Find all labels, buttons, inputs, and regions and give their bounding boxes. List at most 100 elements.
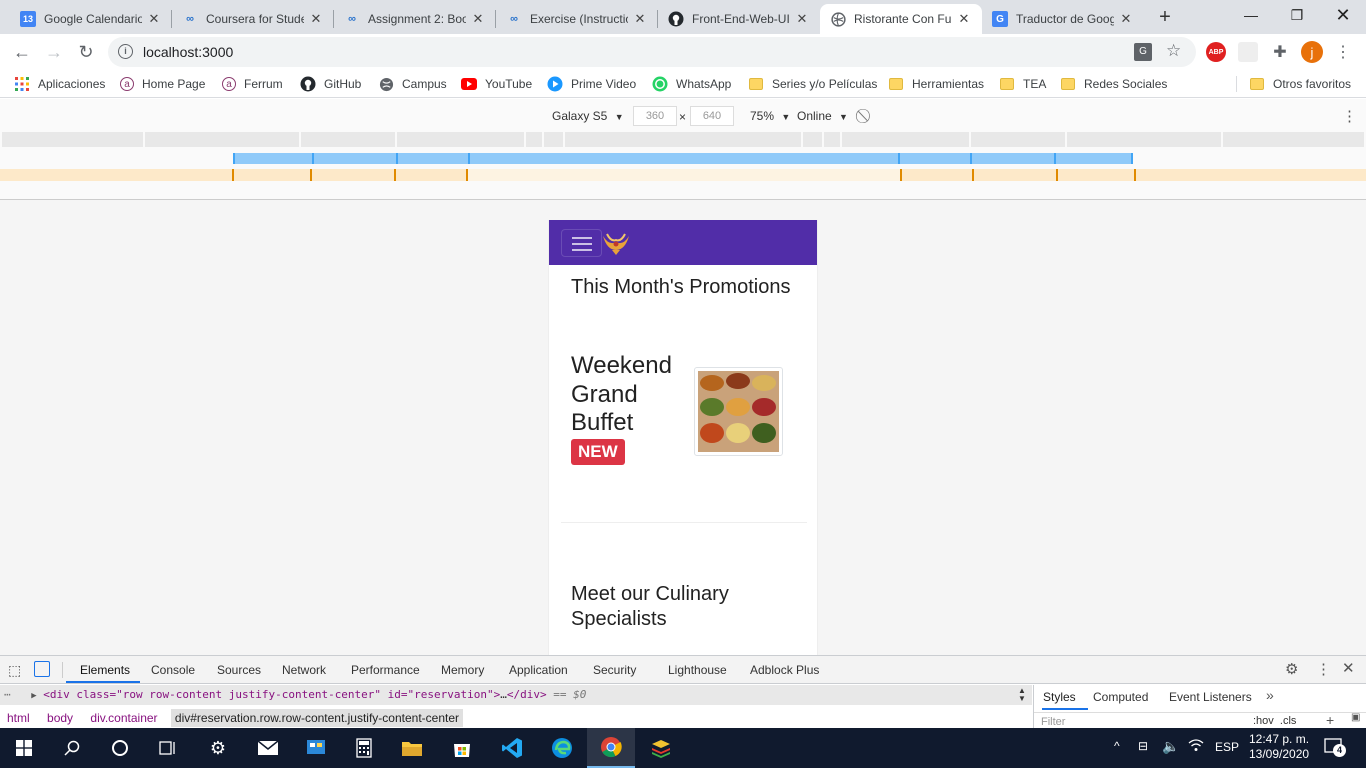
profile-avatar-icon[interactable]: j (1301, 41, 1323, 63)
tab-github-front-end[interactable]: Front-End-Web-UI ✕ (658, 4, 820, 34)
bookmark-campus[interactable]: Campus (378, 75, 447, 93)
close-tab-icon[interactable]: ✕ (956, 11, 972, 27)
bookmark-prime-video[interactable]: Prime Video (547, 75, 636, 93)
bookmark-folder-series[interactable]: Series y/o Películas (748, 75, 877, 93)
media-query-max-width-bar[interactable] (468, 153, 898, 164)
tab-security[interactable]: Security (593, 663, 636, 677)
tab-adblock-plus[interactable]: Adblock Plus (750, 663, 819, 677)
tab-elements[interactable]: Elements (80, 663, 130, 677)
media-query-bar[interactable] (1223, 132, 1364, 147)
more-tabs-icon[interactable]: » (1266, 687, 1274, 703)
media-query-bar[interactable] (301, 132, 395, 147)
tab-lighthouse[interactable]: Lighthouse (668, 663, 727, 677)
breadcrumb-html[interactable]: html (7, 711, 30, 725)
scroll-arrows-icon[interactable]: ▲ ▼ (1018, 687, 1026, 703)
tab-google-calendar[interactable]: 13 Google Calendario ✕ (10, 4, 172, 34)
expand-triangle-icon[interactable]: ▶ (31, 691, 36, 701)
forward-arrow-icon[interactable]: → (40, 38, 68, 66)
tab-computed[interactable]: Computed (1093, 690, 1148, 704)
media-query-bar[interactable] (803, 132, 822, 147)
media-query-max-width-bar[interactable] (233, 153, 312, 164)
media-query-bar[interactable] (842, 132, 969, 147)
breadcrumb-container[interactable]: div.container (90, 711, 157, 725)
bookmark-aplicaciones[interactable]: Aplicaciones (14, 75, 105, 93)
chrome-icon[interactable] (587, 728, 635, 768)
close-tab-icon[interactable]: ✕ (470, 11, 486, 27)
media-query-bar[interactable] (2, 132, 143, 147)
media-query-bar[interactable] (565, 132, 801, 147)
file-explorer-icon[interactable] (388, 728, 436, 768)
throttling-select[interactable]: Online ▼ (797, 109, 848, 123)
close-tab-icon[interactable]: ✕ (632, 11, 648, 27)
extension-icon[interactable] (1238, 42, 1258, 62)
close-tab-icon[interactable]: ✕ (1118, 11, 1134, 27)
bookmark-github[interactable]: GitHub (300, 75, 361, 93)
search-icon[interactable] (48, 728, 96, 768)
tray-chevron-icon[interactable]: ^ (1114, 739, 1120, 753)
tab-styles[interactable]: Styles (1043, 690, 1076, 704)
media-query-bar[interactable] (145, 132, 299, 147)
input-language[interactable]: ESP (1215, 740, 1239, 754)
media-query-min-width-bar[interactable] (0, 169, 232, 181)
close-tab-icon[interactable]: ✕ (146, 11, 162, 27)
media-query-min-width-bar[interactable] (310, 169, 394, 181)
tab-assignment-2[interactable]: ∞ Assignment 2: Boo ✕ (334, 4, 496, 34)
selected-dom-node[interactable]: ⋯ ▶ <div class="row row-content justify-… (0, 685, 1032, 705)
bookmark-folder-otros-favoritos[interactable]: Otros favoritos (1249, 75, 1351, 93)
minimize-window-icon[interactable]: — (1228, 0, 1274, 30)
close-tab-icon[interactable]: ✕ (794, 11, 810, 27)
media-query-bar[interactable] (526, 132, 542, 147)
address-bar[interactable]: i localhost:3000 G ☆ (108, 37, 1196, 67)
translate-page-icon[interactable]: G (1134, 43, 1152, 61)
adblock-plus-icon[interactable]: ABP (1206, 42, 1226, 62)
breadcrumb-body[interactable]: body (47, 711, 73, 725)
reload-icon[interactable]: ↻ (72, 38, 100, 66)
network-icon[interactable]: ⊟ (1138, 739, 1148, 753)
bookmark-home-page[interactable]: a Home Page (120, 75, 205, 93)
chrome-menu-icon[interactable]: ⋮ (1333, 42, 1353, 62)
close-tab-icon[interactable]: ✕ (308, 11, 324, 27)
media-query-min-width-bar[interactable] (232, 169, 310, 181)
settings-gear-icon[interactable]: ⚙ (194, 728, 242, 768)
tab-google-translate[interactable]: G Traductor de Goog ✕ (982, 4, 1144, 34)
tab-network[interactable]: Network (282, 663, 326, 677)
calculator-icon[interactable] (340, 728, 388, 768)
devtools-menu-icon[interactable]: ⋮ (1316, 660, 1331, 678)
restore-window-icon[interactable]: ❐ (1274, 0, 1320, 30)
hamburger-menu-icon[interactable] (561, 229, 602, 257)
bluestacks-icon[interactable] (637, 728, 685, 768)
media-query-min-width-bar[interactable] (1134, 169, 1366, 181)
tab-memory[interactable]: Memory (441, 663, 484, 677)
tab-performance[interactable]: Performance (351, 663, 420, 677)
media-query-bar[interactable] (824, 132, 840, 147)
device-select[interactable]: Galaxy S5 ▼ (552, 109, 624, 123)
edge-icon[interactable] (538, 728, 586, 768)
hov-cls-buttons[interactable]: :hov .cls (1253, 715, 1296, 727)
restaurant-logo-icon[interactable] (601, 230, 631, 256)
media-query-bar[interactable] (397, 132, 524, 147)
vscode-icon[interactable] (488, 728, 536, 768)
site-info-icon[interactable]: i (118, 44, 133, 59)
extensions-puzzle-icon[interactable]: ✚ (1270, 42, 1290, 62)
media-query-max-width-bar[interactable] (1054, 153, 1133, 164)
settings-gear-icon[interactable]: ⚙ (1285, 660, 1298, 678)
task-view-icon[interactable] (144, 728, 192, 768)
bookmark-folder-redes-sociales[interactable]: Redes Sociales (1060, 75, 1167, 93)
tab-console[interactable]: Console (151, 663, 195, 677)
bookmark-whatsapp[interactable]: WhatsApp (652, 75, 731, 93)
tab-exercise-instructions[interactable]: ∞ Exercise (Instructio ✕ (496, 4, 658, 34)
media-query-min-width-bar[interactable] (466, 169, 900, 181)
clock[interactable]: 12:47 p. m. 13/09/2020 (1249, 732, 1309, 762)
bookmark-folder-herramientas[interactable]: Herramientas (888, 75, 984, 93)
close-window-icon[interactable]: ✕ (1320, 0, 1366, 30)
bookmark-ferrum[interactable]: a Ferrum (222, 75, 283, 93)
new-style-rule-icon[interactable]: + (1326, 712, 1334, 728)
tab-ristorante-con-fusion[interactable]: Ristorante Con Fu ✕ (820, 4, 982, 34)
cortana-icon[interactable] (96, 728, 144, 768)
bookmark-youtube[interactable]: YouTube (461, 75, 532, 93)
media-query-bar[interactable] (544, 132, 563, 147)
device-height-input[interactable]: 640 (690, 106, 734, 126)
zoom-select[interactable]: 75% ▼ (750, 109, 790, 123)
control-panel-icon[interactable] (292, 728, 340, 768)
device-width-input[interactable]: 360 (633, 106, 677, 126)
